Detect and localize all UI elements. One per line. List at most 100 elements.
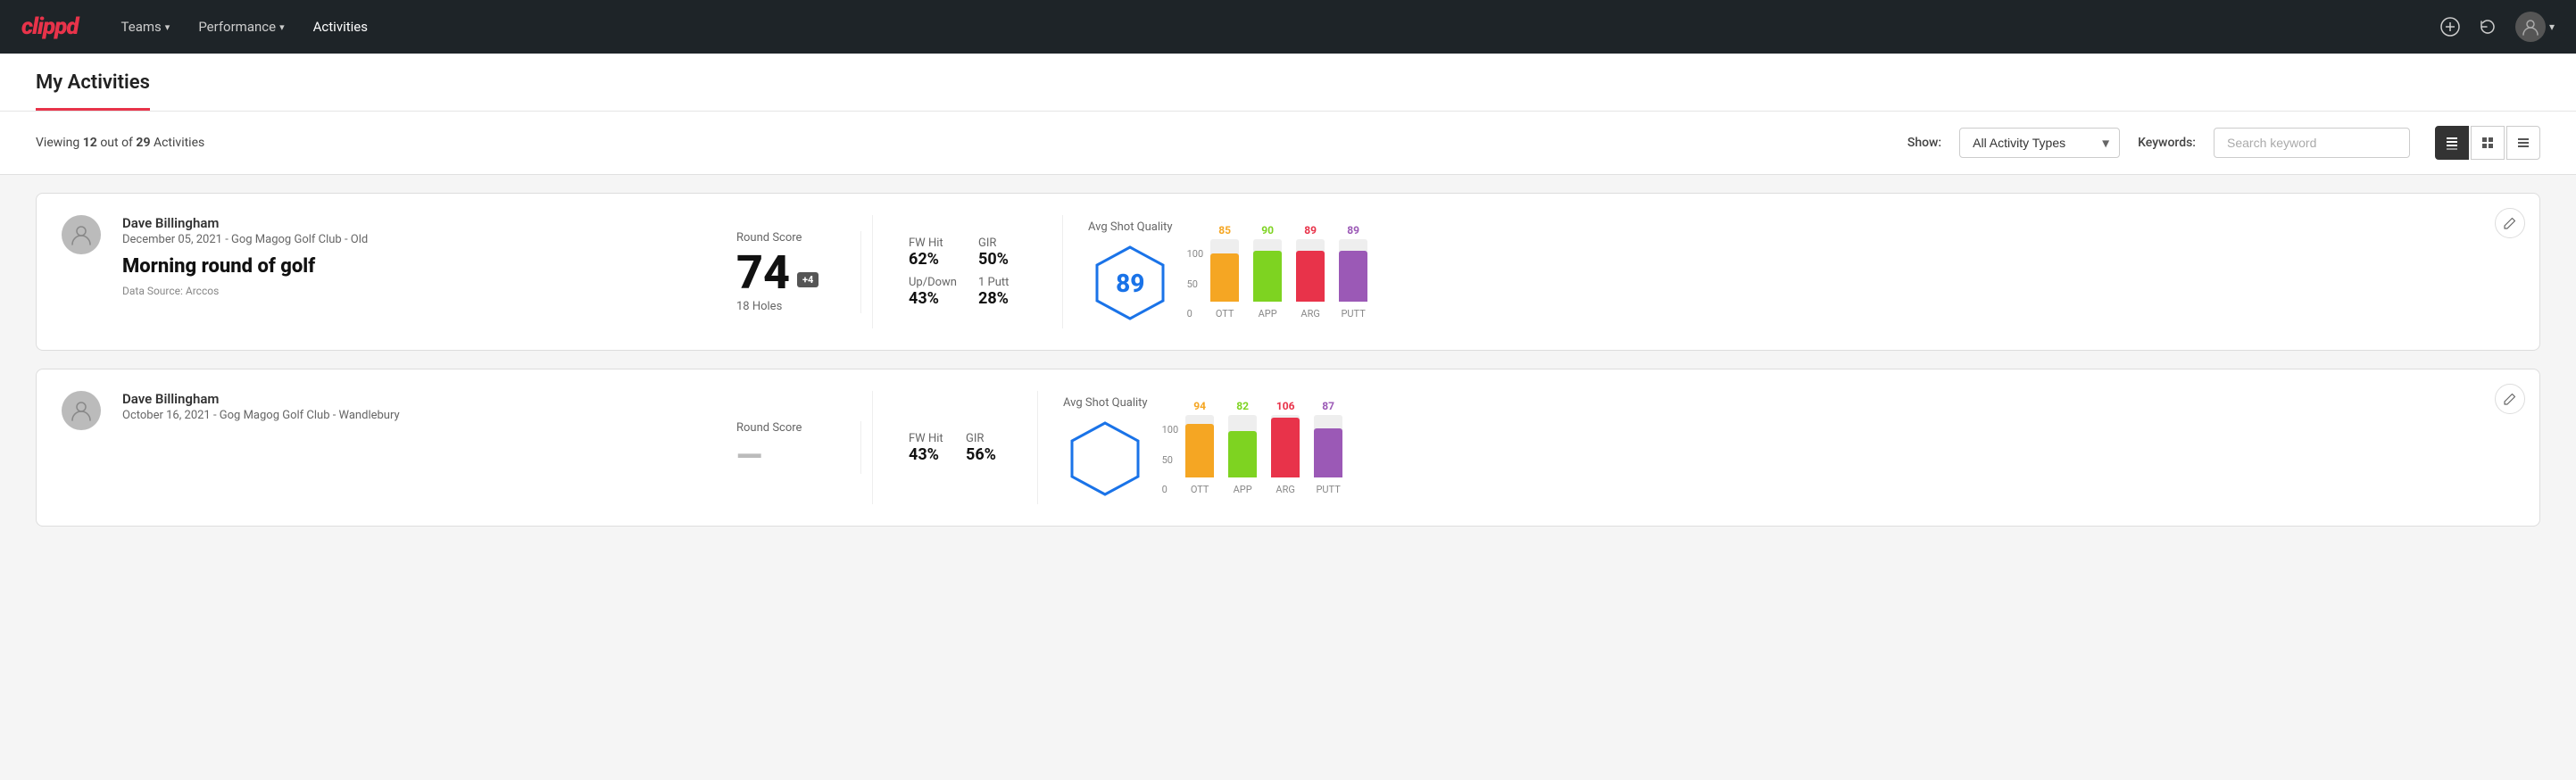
avg-shot-quality-label: Avg Shot Quality [1063, 396, 1148, 410]
list-wide-icon [2516, 136, 2530, 150]
bar-group: 82 APP [1228, 400, 1257, 495]
bar-inner [1271, 418, 1300, 477]
viewing-text: Viewing [36, 136, 79, 150]
nav-item-activities[interactable]: Activities [313, 19, 368, 35]
stats-block: FW Hit 62% GIR 50% Up/Down 43% [884, 236, 1051, 308]
view-list-wide-button[interactable] [2506, 126, 2540, 160]
gir-value: 56% [966, 445, 1001, 464]
round-score-block: Round Score — [736, 421, 861, 474]
bar-group: 94 OTT [1185, 400, 1214, 495]
card-top: Dave Billingham October 16, 2021 - Gog M… [62, 391, 2514, 504]
bar-value: 85 [1218, 224, 1231, 236]
bar-group: 89 ARG [1296, 224, 1325, 319]
add-circle-icon [2440, 17, 2460, 37]
user-icon [2521, 17, 2540, 37]
gir-label: GIR [978, 236, 1026, 250]
bar-group: 90 APP [1253, 224, 1282, 319]
activity-type-select[interactable]: All Activity Types [1959, 128, 2120, 158]
page-title: My Activities [36, 54, 150, 111]
avatar-chevron-icon: ▾ [2549, 21, 2555, 33]
bar-group: 89 PUTT [1339, 224, 1367, 319]
bar-value: 89 [1304, 224, 1317, 236]
view-list-dense-button[interactable] [2435, 126, 2469, 160]
y-label: 100 [1187, 248, 1204, 260]
edit-button[interactable] [2495, 384, 2525, 414]
bars-wrapper: 85 OTT 90 APP 89 ARG [1210, 224, 1367, 319]
bar-value: 89 [1347, 224, 1359, 236]
divider [872, 215, 873, 328]
keywords-input[interactable] [2214, 128, 2410, 158]
gir-block: GIR 56% [966, 432, 1001, 464]
viewing-out-of: out of [100, 136, 133, 150]
logo[interactable]: clippd [21, 13, 79, 40]
y-label: 50 [1187, 278, 1204, 290]
card-stats: Round Score 74 +4 18 Holes FW Hit 62% GI… [736, 215, 2514, 328]
grid-icon [2480, 136, 2495, 150]
edit-button[interactable] [2495, 208, 2525, 238]
card-stats: Round Score — FW Hit 43% GIR 56% [736, 391, 2514, 504]
one-putt-label: 1 Putt [978, 276, 1026, 289]
round-score-value: 74 [736, 250, 790, 296]
bar-outer [1253, 239, 1282, 302]
fw-hit-label: FW Hit [909, 236, 957, 250]
bar-value: 90 [1261, 224, 1274, 236]
y-label: 0 [1187, 308, 1204, 319]
fw-hit-value: 43% [909, 445, 944, 464]
add-button[interactable] [2440, 17, 2460, 37]
avatar [62, 215, 101, 254]
bar-label: OTT [1216, 308, 1234, 319]
bar-group: 106 ARG [1271, 400, 1300, 495]
y-label: 0 [1162, 484, 1179, 495]
hexagon-value: 89 [1116, 269, 1144, 298]
gir-value: 50% [978, 250, 1026, 269]
quality-section: Avg Shot Quality 89 100500 [1074, 215, 2514, 328]
holes-value: 18 Holes [736, 300, 782, 313]
bar-inner [1185, 424, 1214, 477]
hexagon-svg [1065, 419, 1145, 499]
round-score-block: Round Score 74 +4 18 Holes [736, 231, 861, 313]
view-grid-button[interactable] [2471, 126, 2505, 160]
bar-label: PUTT [1316, 484, 1340, 495]
score-badge: +4 [797, 272, 819, 287]
user-avatar-wrapper[interactable]: ▾ [2515, 12, 2555, 42]
hexagon-wrapper: Avg Shot Quality [1063, 396, 1148, 499]
activity-type-select-wrapper[interactable]: All Activity Types [1959, 128, 2120, 158]
bars-wrapper: 94 OTT 82 APP 106 ARG [1185, 400, 1342, 495]
divider [1037, 391, 1038, 504]
performance-chevron-icon: ▾ [279, 21, 285, 33]
bar-group: 85 OTT [1210, 224, 1239, 319]
bar-inner [1253, 251, 1282, 302]
view-toggle [2435, 126, 2540, 160]
refresh-button[interactable] [2478, 17, 2497, 37]
one-putt-value: 28% [978, 289, 1026, 308]
round-score-label: Round Score [736, 421, 835, 435]
bar-outer [1185, 415, 1214, 477]
bar-chart-area: 100500 94 OTT 82 APP [1162, 391, 2500, 504]
card-user-name: Dave Billingham [122, 391, 715, 407]
bar-inner [1228, 431, 1257, 477]
avatar [62, 391, 101, 430]
viewing-count: 12 [83, 136, 97, 150]
bar-value: 106 [1276, 400, 1295, 412]
nav-item-performance[interactable]: Performance ▾ [198, 19, 284, 35]
divider [1062, 215, 1063, 328]
avatar [2515, 12, 2546, 42]
stats-block: FW Hit 43% GIR 56% [884, 432, 1026, 464]
user-icon [70, 399, 93, 422]
fw-hit-label: FW Hit [909, 432, 944, 445]
round-score-value: — [736, 440, 762, 474]
bar-label: OTT [1191, 484, 1209, 495]
filter-bar: Viewing 12 out of 29 Activities Show: Al… [0, 112, 2576, 175]
nav-item-teams[interactable]: Teams ▾ [121, 19, 170, 35]
bar-inner [1339, 251, 1367, 302]
y-axis-labels: 100 50 0 [1187, 248, 1204, 319]
keywords-label: Keywords: [2138, 136, 2196, 150]
fw-hit-value: 62% [909, 250, 957, 269]
bar-inner [1314, 428, 1342, 477]
fw-hit-block: FW Hit 62% [909, 236, 957, 269]
y-label: 50 [1162, 454, 1179, 466]
user-icon [70, 223, 93, 246]
bar-label: ARG [1300, 308, 1319, 319]
bar-chart: 100 50 0 85 OTT 90 APP [1187, 224, 2500, 319]
score-row: — [736, 440, 835, 474]
